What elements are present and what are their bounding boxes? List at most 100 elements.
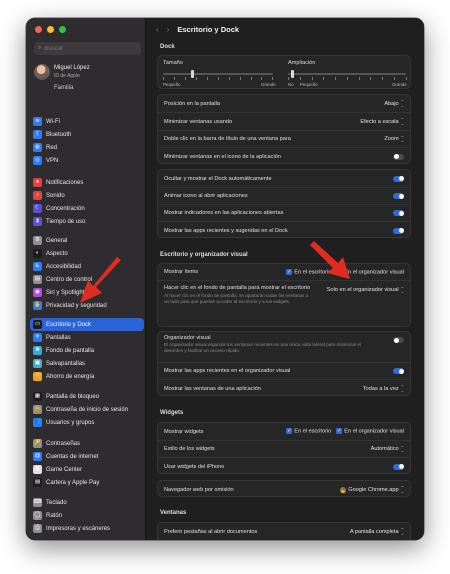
sidebar-item-label: Salvapantallas bbox=[46, 360, 86, 367]
show-widgets-row: Mostrar widgets ✓ En el escritorio ✓ En el… bbox=[158, 423, 410, 440]
close-window-button[interactable] bbox=[35, 26, 42, 33]
sidebar-item-displays[interactable]: ☀ Pantallas bbox=[30, 331, 144, 344]
sidebar-item-users-groups[interactable]: 👥 Usuarios y grupos bbox=[30, 416, 144, 429]
sidebar-item-screen-time[interactable]: ⧗ Tiempo de uso bbox=[30, 215, 144, 228]
prefer-tabs-row: Preferir pestañas al abrir documentos A … bbox=[158, 523, 410, 540]
checkmark-icon: ✓ bbox=[336, 428, 343, 435]
user-name: Miguel López bbox=[54, 65, 90, 72]
zoom-window-button[interactable] bbox=[59, 26, 66, 33]
sidebar-item-vpn[interactable]: ◎ VPN bbox=[30, 154, 144, 167]
updown-chevron-icon: ⌃ ⌄ bbox=[400, 485, 404, 494]
sidebar-item-game-center[interactable]: ◍ Game Center bbox=[30, 463, 144, 476]
magnification-min-label: Pequeño bbox=[300, 82, 318, 87]
sidebar-item-keyboard[interactable]: ⌨ Teclado bbox=[30, 496, 144, 509]
section-windows-title: Ventanas bbox=[160, 510, 187, 516]
sidebar-item-sound[interactable]: ♪ Sonido bbox=[30, 189, 144, 202]
double-click-popup[interactable]: Zoom ⌃ ⌄ bbox=[384, 135, 404, 142]
passwords-icon: 🔑 bbox=[33, 439, 42, 448]
sidebar-item-passwords[interactable]: 🔑 Contraseñas bbox=[30, 437, 144, 450]
animate-toggle[interactable] bbox=[393, 193, 404, 199]
search-field[interactable]: ⌕ bbox=[34, 42, 141, 55]
stage-recent-toggle[interactable] bbox=[393, 368, 404, 374]
sidebar-item-wallet[interactable]: ▤ Cartera y Apple Pay bbox=[30, 476, 144, 489]
focus-icon: ☾ bbox=[33, 204, 42, 213]
animate-label: Animar icono al abrir aplicaciones bbox=[164, 193, 248, 199]
apple-id-account[interactable]: Miguel López ID de Apple bbox=[34, 62, 144, 82]
widgets-desktop-checkbox[interactable]: ✓ En el escritorio bbox=[286, 428, 331, 435]
keyboard-icon: ⌨ bbox=[33, 498, 42, 507]
dock-behaviour-card: Ocultar y mostrar el Dock automáticament… bbox=[157, 169, 411, 238]
stage-manager-toggle[interactable] bbox=[393, 337, 404, 343]
sidebar-item-label: Ratón bbox=[46, 512, 63, 519]
energy-icon: ⚡ bbox=[33, 372, 42, 381]
vpn-icon: ◎ bbox=[33, 156, 42, 165]
general-icon: ⚙ bbox=[33, 236, 42, 245]
prefer-tabs-popup[interactable]: A pantalla completa ⌃ ⌄ bbox=[350, 528, 404, 535]
sidebar-item-desktop-dock[interactable]: ▭ Escritorio y Dock bbox=[30, 318, 144, 331]
click-wallpaper-label: Hacer clic en el fondo de pantalla para … bbox=[164, 285, 311, 291]
show-items-row: Mostrar ítems ✓En el escritorio ✓En el o… bbox=[158, 264, 410, 280]
back-chevron-icon[interactable]: ‹ bbox=[156, 25, 159, 34]
sidebar-item-energy[interactable]: ⚡ Ahorro de energía bbox=[30, 370, 144, 383]
sidebar-item-wifi[interactable]: ≋ Wi-Fi bbox=[30, 115, 144, 128]
avatar bbox=[34, 64, 50, 80]
stage-windows-popup[interactable]: Todas a la vez ⌃ ⌄ bbox=[363, 385, 404, 392]
widgets-card: Mostrar widgets ✓ En el escritorio ✓ En el… bbox=[157, 422, 411, 474]
magnification-ticks bbox=[288, 77, 406, 81]
recent-apps-toggle[interactable] bbox=[393, 227, 404, 234]
stage-manager-description: El organizador visual organiza tus venta… bbox=[164, 342, 362, 354]
size-min-label: Pequeño bbox=[163, 82, 181, 87]
default-browser-popup[interactable]: Google Chrome.app ⌃ ⌄ bbox=[340, 485, 404, 494]
sidebar-item-notifications[interactable]: ● Notificaciones bbox=[30, 176, 144, 189]
game-center-icon: ◍ bbox=[33, 465, 42, 474]
sidebar-item-login-password[interactable]: 🔒 Contraseña de inicio de sesión bbox=[30, 403, 144, 416]
sidebar-item-mouse[interactable]: ◯ Ratón bbox=[30, 509, 144, 522]
sidebar-item-general[interactable]: ⚙ General bbox=[30, 234, 144, 247]
sidebar-item-network[interactable]: ◍ Red bbox=[30, 141, 144, 154]
size-slider[interactable] bbox=[163, 73, 273, 75]
stage-items-card: Mostrar ítems ✓En el escritorio ✓En el o… bbox=[157, 263, 411, 327]
widgets-stage-label: En el organizador visual bbox=[344, 428, 404, 435]
position-popup[interactable]: Abajo ⌃ ⌄ bbox=[384, 100, 404, 107]
browser-card: Navegador web por omisión Google Chrome.… bbox=[157, 480, 411, 497]
magnification-label: Ampliación bbox=[288, 60, 316, 66]
sidebar-item-internet-accounts[interactable]: @ Cuentas de internet bbox=[30, 450, 144, 463]
toolbar: ‹ › Escritorio y Dock bbox=[146, 18, 424, 40]
displays-icon: ☀ bbox=[33, 333, 42, 342]
widget-style-popup[interactable]: Automático ⌃ ⌄ bbox=[371, 445, 404, 452]
sidebar-item-label: Usuarios y grupos bbox=[46, 419, 95, 426]
section-widgets-title: Widgets bbox=[160, 410, 184, 416]
minimize-window-button[interactable] bbox=[47, 26, 54, 33]
stage-recent-row: Mostrar las apps recientes en el organiz… bbox=[158, 362, 410, 379]
click-wallpaper-popup[interactable]: Solo en el organizador visual ⌃ ⌄ bbox=[327, 286, 404, 293]
stage-manager-card: Organizador visual El organizador visual… bbox=[157, 331, 411, 396]
indicators-toggle[interactable] bbox=[393, 210, 404, 216]
sidebar-item-bluetooth[interactable]: ᛒ Bluetooth bbox=[30, 128, 144, 141]
size-label: Tamaño bbox=[163, 60, 183, 66]
minimize-into-icon-row: Minimizar ventanas en el icono de la apl… bbox=[158, 147, 410, 165]
magnification-slider[interactable] bbox=[288, 73, 406, 75]
sidebar-item-wallpaper[interactable]: ❋ Fondo de pantalla bbox=[30, 344, 144, 357]
sidebar-item-printers[interactable]: ⎙ Impresoras y escáneres bbox=[30, 522, 144, 535]
red-arrow-setting-icon bbox=[310, 241, 350, 279]
sidebar-item-screensaver[interactable]: ▣ Salvapantallas bbox=[30, 357, 144, 370]
minimize-effect-popup[interactable]: Efecto a escala ⌃ ⌄ bbox=[360, 118, 404, 125]
widget-style-row: Estilo de los widgets Automático ⌃ ⌄ bbox=[158, 440, 410, 457]
position-value: Abajo bbox=[384, 100, 399, 107]
search-input[interactable] bbox=[44, 45, 125, 52]
checkmark-icon: ✓ bbox=[286, 268, 293, 275]
mouse-icon: ◯ bbox=[33, 511, 42, 520]
forward-chevron-icon[interactable]: › bbox=[167, 25, 170, 34]
double-click-label: Doble clic en la barra de título de una … bbox=[164, 136, 291, 142]
sidebar-item-lock-screen[interactable]: ▦ Pantalla de bloqueo bbox=[30, 390, 144, 403]
iphone-widgets-toggle[interactable] bbox=[393, 463, 404, 470]
minimize-into-icon-toggle[interactable] bbox=[393, 153, 404, 160]
animate-row: Animar icono al abrir aplicaciones bbox=[158, 187, 410, 204]
sidebar-item-label: Pantallas bbox=[46, 334, 71, 341]
sidebar-item-focus[interactable]: ☾ Concentración bbox=[30, 202, 144, 215]
widgets-stage-checkbox[interactable]: ✓ En el organizador visual bbox=[336, 428, 404, 435]
family-item[interactable]: Familia bbox=[54, 85, 73, 91]
double-click-row: Doble clic en la barra de título de una … bbox=[158, 130, 410, 147]
recent-apps-label: Mostrar las apps recientes y sugeridas e… bbox=[164, 227, 288, 234]
autohide-toggle[interactable] bbox=[393, 175, 404, 182]
